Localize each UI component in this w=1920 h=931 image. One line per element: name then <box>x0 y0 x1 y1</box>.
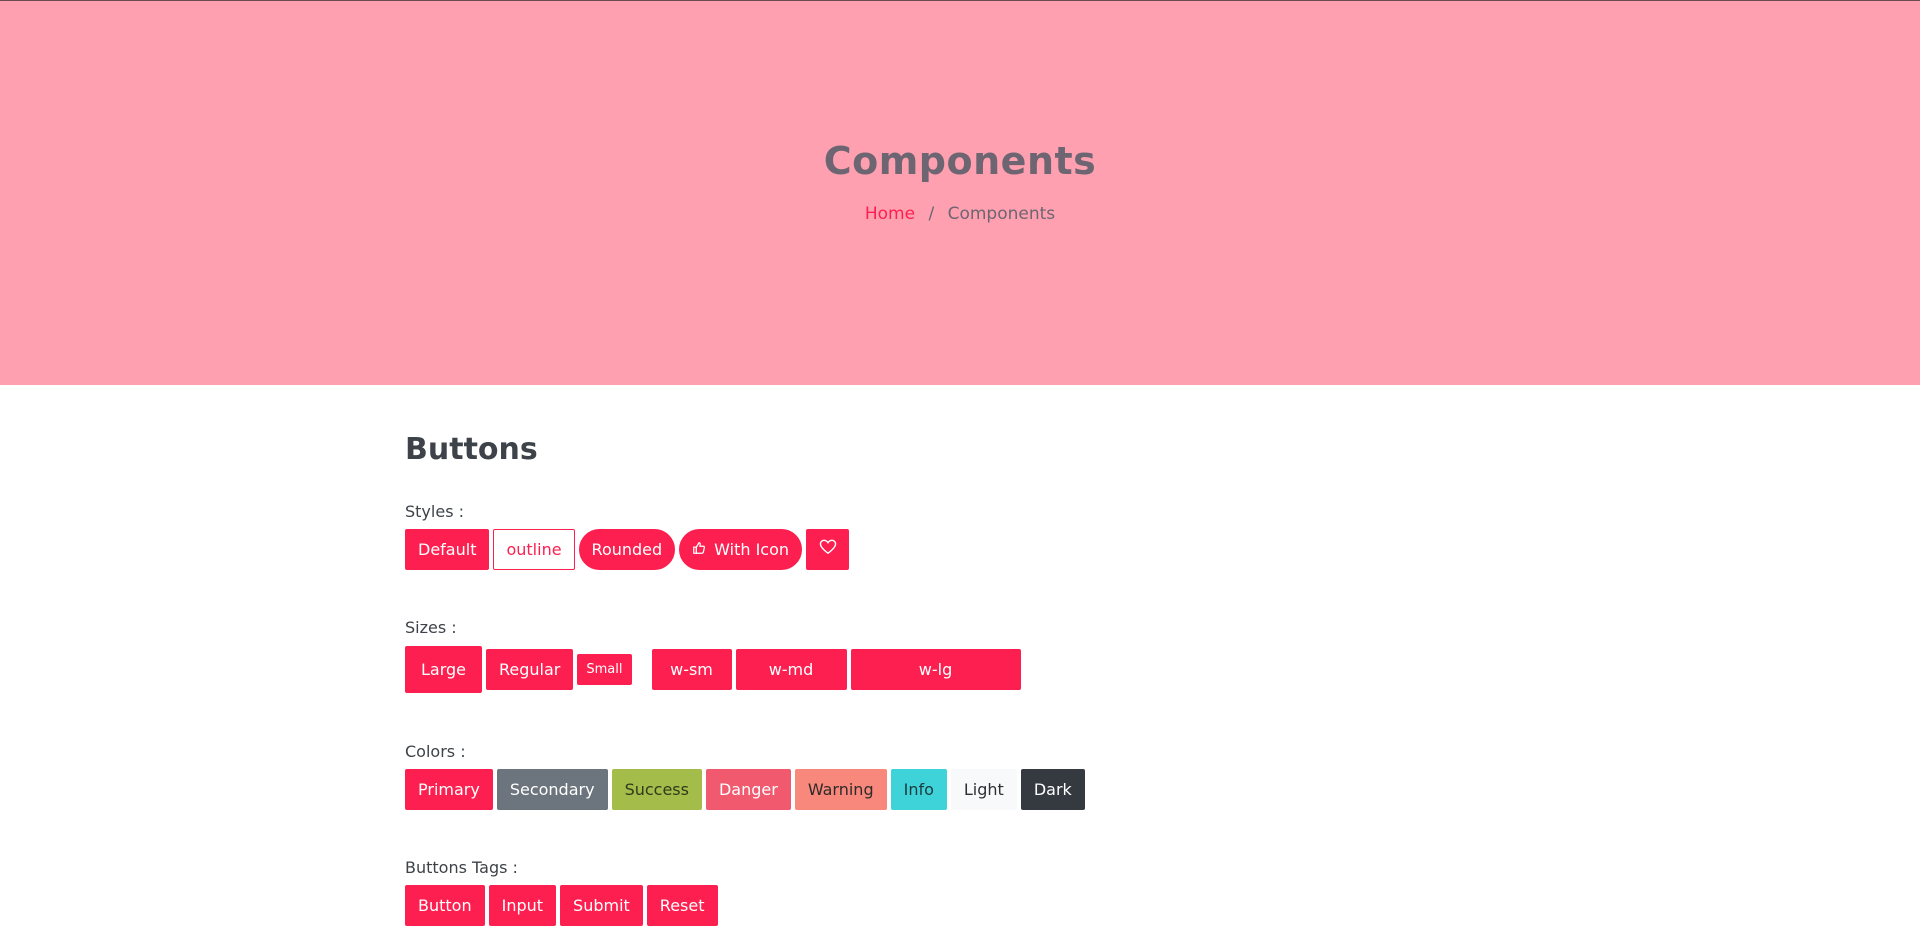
colors-button-row: Primary Secondary Success Danger Warning… <box>405 769 1089 810</box>
input-tag-button[interactable]: Input <box>488 885 557 926</box>
button-tag-button[interactable]: Button <box>405 885 485 926</box>
warning-button[interactable]: Warning <box>794 769 887 810</box>
submit-tag-button[interactable]: Submit <box>560 885 643 926</box>
small-button[interactable]: Small <box>577 654 632 685</box>
thumbs-up-icon <box>692 541 706 559</box>
page-header-banner: Components Home / Components <box>0 0 1920 385</box>
with-icon-button-label: With Icon <box>714 540 790 559</box>
danger-button[interactable]: Danger <box>705 769 791 810</box>
styles-button-row: Default outline Rounded With Icon <box>405 529 853 570</box>
rounded-button-label: Rounded <box>591 540 663 559</box>
sizes-button-row: Large Regular Small w-sm w-md w-lg <box>405 646 1025 693</box>
outline-button[interactable]: outline <box>493 529 575 570</box>
w-sm-button[interactable]: w-sm <box>651 649 732 690</box>
reset-tag-button[interactable]: Reset <box>646 885 718 926</box>
regular-button[interactable]: Regular <box>486 649 574 690</box>
light-button[interactable]: Light <box>950 769 1017 810</box>
w-lg-button[interactable]: w-lg <box>850 649 1021 690</box>
page-title: Components <box>823 139 1097 183</box>
success-button[interactable]: Success <box>611 769 702 810</box>
buttons-tags-label: Buttons Tags : <box>405 858 518 877</box>
default-button[interactable]: Default <box>405 529 490 570</box>
dark-button[interactable]: Dark <box>1020 769 1085 810</box>
breadcrumb-home-link[interactable]: Home <box>865 204 915 224</box>
colors-label: Colors : <box>405 742 466 761</box>
rounded-button[interactable]: Rounded <box>578 529 676 570</box>
secondary-button[interactable]: Secondary <box>496 769 608 810</box>
sizes-label: Sizes : <box>405 618 457 637</box>
breadcrumb-separator: / <box>928 204 935 224</box>
heart-button[interactable] <box>806 529 850 570</box>
info-button[interactable]: Info <box>890 769 947 810</box>
heart-icon <box>819 539 837 560</box>
breadcrumb: Home / Components <box>0 204 1920 224</box>
primary-button[interactable]: Primary <box>405 769 493 810</box>
breadcrumb-current: Components <box>947 204 1056 224</box>
w-md-button[interactable]: w-md <box>735 649 847 690</box>
large-button[interactable]: Large <box>405 646 483 693</box>
with-icon-button[interactable]: With Icon <box>679 529 803 570</box>
section-title: Buttons <box>405 432 538 467</box>
styles-label: Styles : <box>405 502 464 521</box>
buttons-tags-row: Button Input Submit Reset <box>405 885 722 926</box>
